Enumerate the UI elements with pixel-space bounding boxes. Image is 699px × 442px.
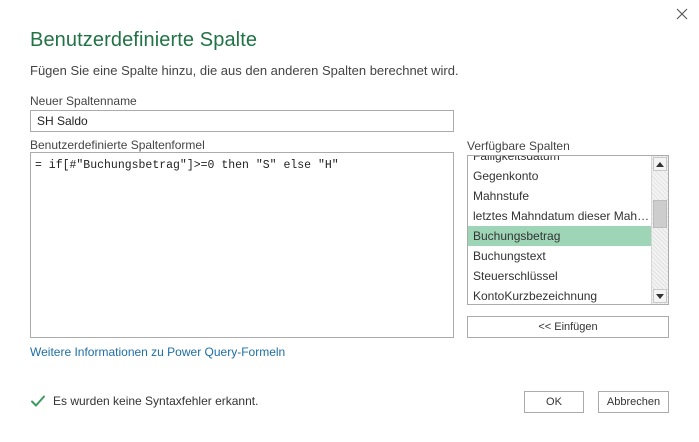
columns-list-items: Fälligkeitsdatum Gegenkonto Mahnstufe le…	[468, 156, 652, 304]
close-button[interactable]	[672, 4, 692, 24]
checkmark-icon	[30, 393, 46, 409]
dialog-title: Benutzerdefinierte Spalte	[30, 29, 258, 51]
scroll-thumb[interactable]	[653, 200, 667, 228]
cancel-button[interactable]: Abbrechen	[598, 391, 669, 413]
column-name-input[interactable]	[30, 110, 454, 132]
custom-column-dialog: Benutzerdefinierte Spalte Fügen Sie eine…	[0, 0, 699, 442]
close-icon	[676, 8, 688, 20]
list-item-selected[interactable]: Buchungsbetrag	[468, 226, 652, 246]
formula-label: Benutzerdefinierte Spaltenformel	[30, 138, 205, 152]
available-columns-list[interactable]: Fälligkeitsdatum Gegenkonto Mahnstufe le…	[467, 155, 669, 305]
list-item[interactable]: letztes Mahndatum dieser Mahnung	[468, 206, 652, 226]
scroll-up-button[interactable]	[653, 157, 667, 171]
status-text: Es wurden keine Syntaxfehler erkannt.	[53, 394, 259, 408]
available-columns-label: Verfügbare Spalten	[467, 139, 570, 153]
scroll-down-button[interactable]	[653, 289, 667, 303]
arrow-down-icon	[656, 293, 664, 299]
help-link[interactable]: Weitere Informationen zu Power Query-For…	[30, 345, 285, 359]
list-item[interactable]: Mahnstufe	[468, 186, 652, 206]
arrow-up-icon	[656, 161, 664, 167]
column-name-label: Neuer Spaltenname	[30, 94, 137, 108]
list-item[interactable]: Gegenkonto	[468, 166, 652, 186]
formula-editor[interactable]: = if[#"Buchungsbetrag"]>=0 then "S" else…	[30, 152, 454, 338]
syntax-status: Es wurden keine Syntaxfehler erkannt.	[30, 393, 258, 409]
dialog-subtitle: Fügen Sie eine Spalte hinzu, die aus den…	[30, 63, 459, 78]
insert-button[interactable]: << Einfügen	[467, 316, 669, 338]
list-item[interactable]: Steuerschlüssel	[468, 266, 652, 286]
list-item[interactable]: Buchungstext	[468, 246, 652, 266]
list-item[interactable]: KontoKurzbezeichnung	[468, 286, 652, 304]
ok-button[interactable]: OK	[524, 391, 584, 413]
list-scrollbar[interactable]	[651, 156, 668, 304]
list-item[interactable]: Fälligkeitsdatum	[468, 156, 652, 166]
